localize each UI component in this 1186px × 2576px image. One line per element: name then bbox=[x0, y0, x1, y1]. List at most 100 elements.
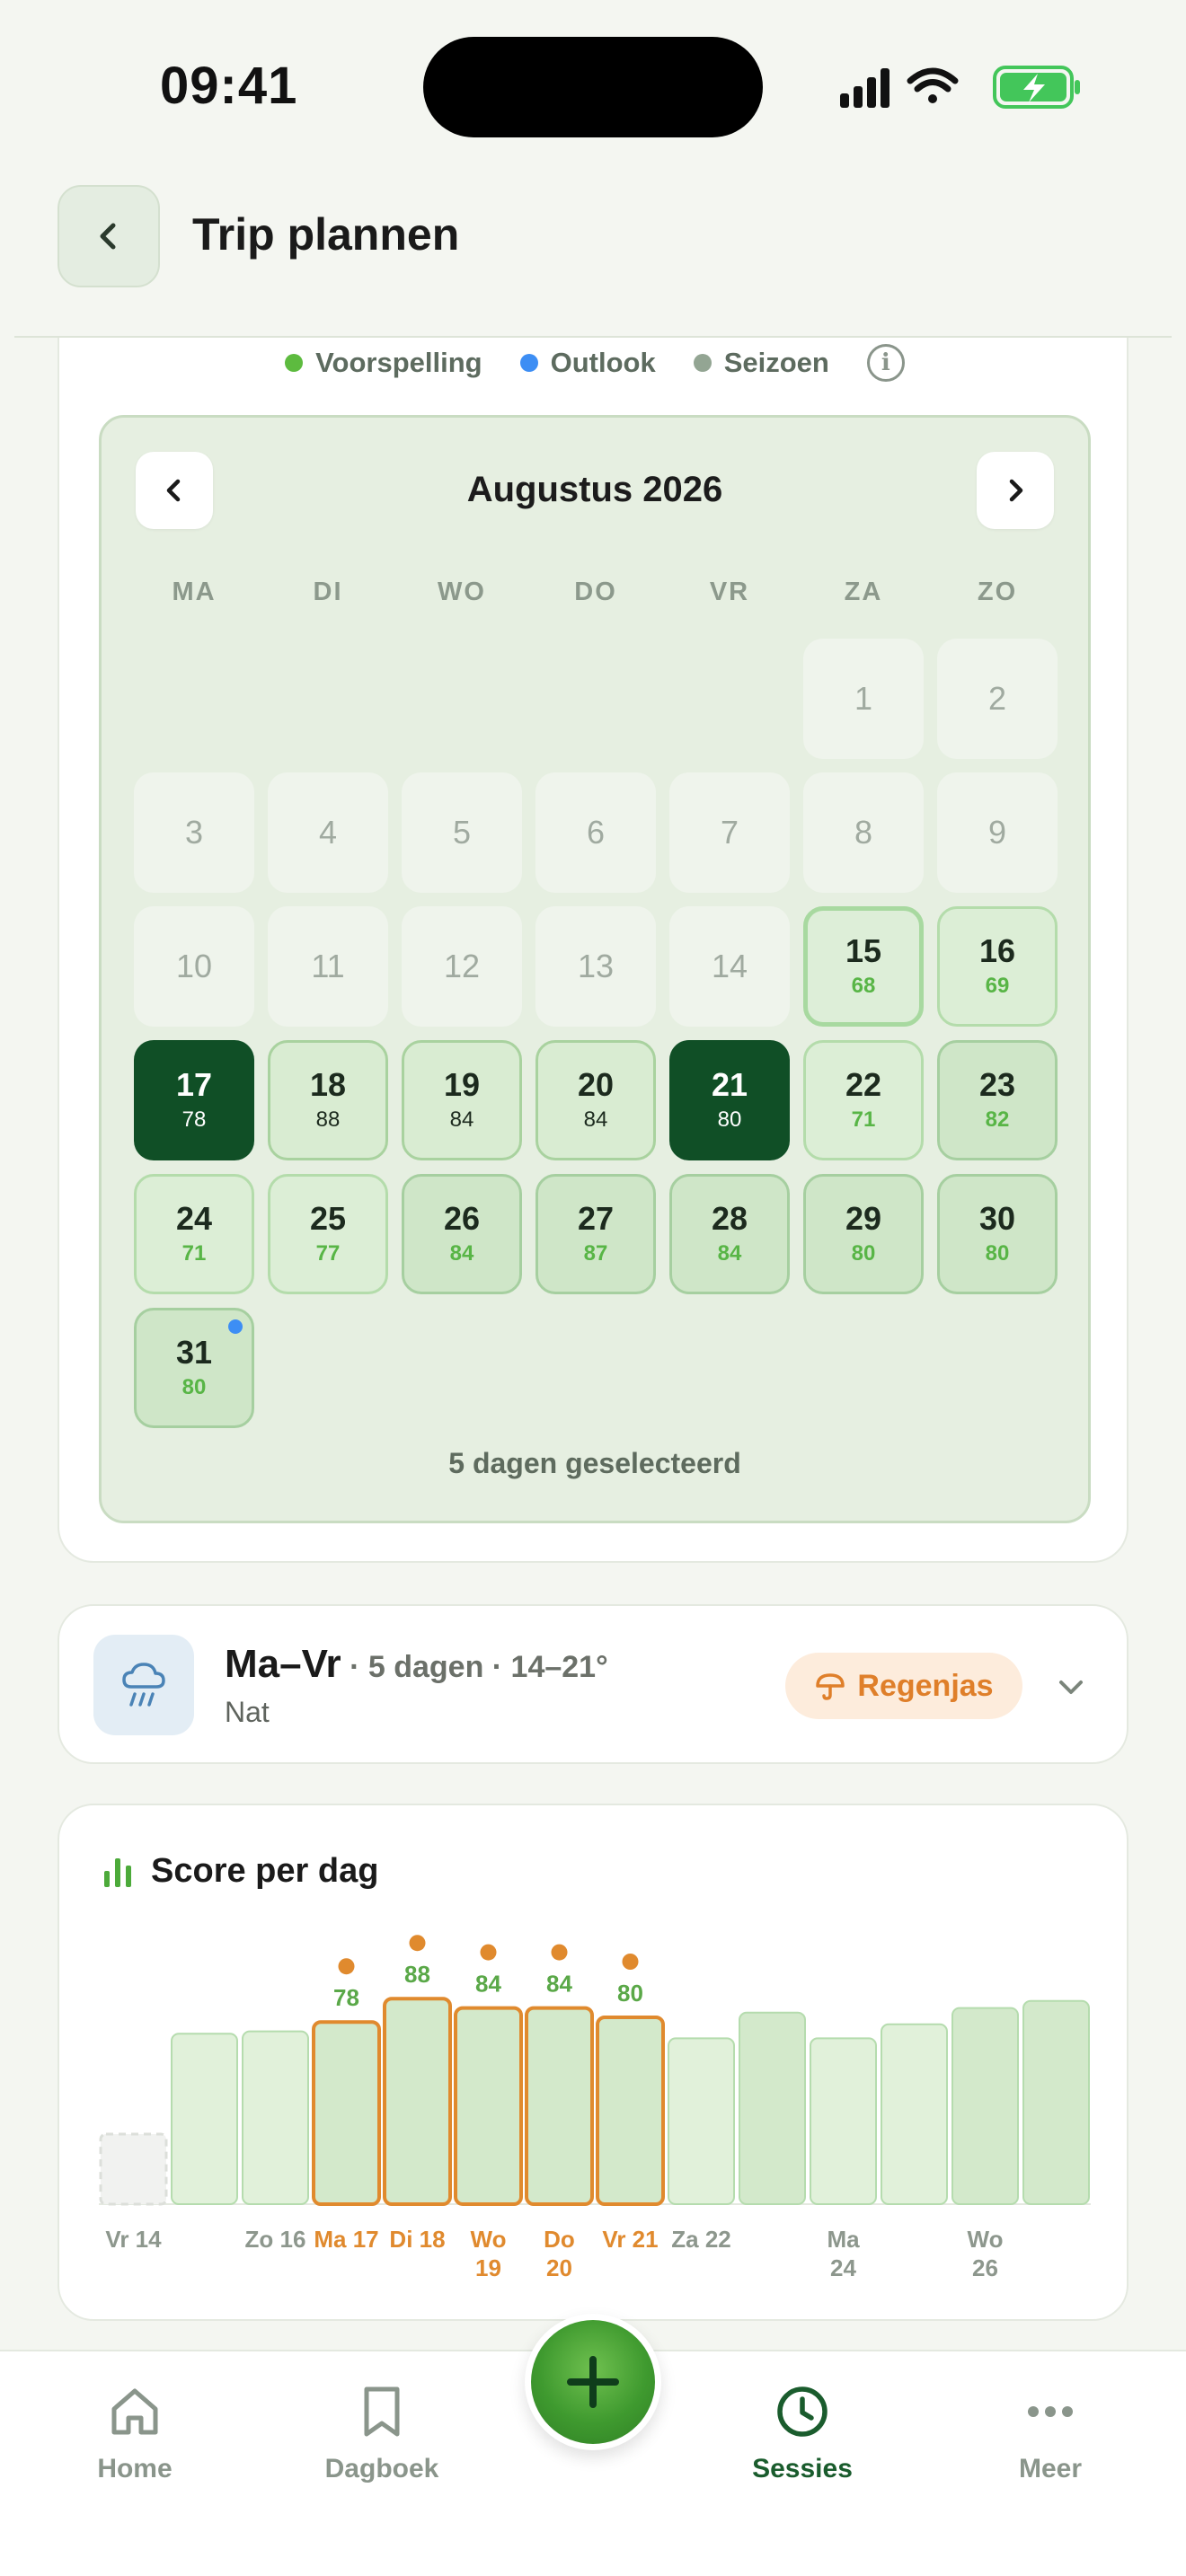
score-bar-value: 88 bbox=[404, 1961, 430, 1988]
day-number: 3 bbox=[184, 814, 204, 851]
score-bar[interactable] bbox=[596, 2016, 665, 2206]
score-bar[interactable] bbox=[810, 2037, 877, 2205]
day-number: 12 bbox=[443, 948, 481, 984]
score-chart-title: Score per dag bbox=[151, 1852, 379, 1890]
calendar-day-1: 1 bbox=[803, 639, 924, 759]
days-grid: 1 2 3 4 5 6 7 8 9 10 11 12 13 14 15 68 16 69 17 78 18 88 19 84 2… bbox=[134, 639, 1061, 1428]
calendar-day-19[interactable]: 19 84 bbox=[402, 1040, 522, 1160]
calendar-day-25[interactable]: 25 77 bbox=[268, 1174, 388, 1294]
day-number: 24 bbox=[175, 1200, 213, 1237]
score-bar[interactable] bbox=[171, 2033, 238, 2205]
day-score: 80 bbox=[851, 1241, 876, 1266]
selected-day-marker bbox=[622, 1954, 639, 1970]
day-number: 31 bbox=[175, 1334, 213, 1371]
chevron-right-icon bbox=[1009, 479, 1023, 502]
chevron-left-icon bbox=[100, 223, 116, 250]
score-bar[interactable] bbox=[951, 2007, 1019, 2205]
dynamic-island bbox=[423, 37, 763, 137]
score-bar[interactable] bbox=[668, 2037, 735, 2205]
bar-chart-icon bbox=[104, 1857, 131, 1887]
calendar-panel: Augustus 2026 MA DI WO DO VR ZA ZO 1 2 3 4 5 6 7 8 9 10… bbox=[99, 415, 1091, 1523]
nav-item-home[interactable]: Home bbox=[45, 2384, 225, 2484]
expand-button[interactable] bbox=[1051, 1667, 1091, 1707]
day-score: 71 bbox=[851, 1107, 876, 1132]
calendar-day-18[interactable]: 18 88 bbox=[268, 1040, 388, 1160]
nav-label: Sessies bbox=[752, 2454, 853, 2483]
legend-label: Seizoen bbox=[723, 347, 829, 378]
bookmark-icon bbox=[364, 2386, 400, 2437]
day-number: 26 bbox=[443, 1200, 481, 1237]
status-time: 09:41 bbox=[160, 57, 298, 115]
score-bar-label: Vr 14 bbox=[105, 2226, 162, 2253]
add-session-button[interactable] bbox=[525, 2314, 661, 2450]
calendar-day-31[interactable]: 31 80 bbox=[134, 1308, 254, 1428]
calendar-day-15[interactable]: 15 68 bbox=[803, 906, 924, 1027]
day-number: 1 bbox=[854, 680, 873, 717]
weekday-label: ZA bbox=[844, 578, 883, 606]
day-number: 4 bbox=[318, 814, 338, 851]
day-number: 6 bbox=[586, 814, 606, 851]
calendar-day-29[interactable]: 29 80 bbox=[803, 1174, 924, 1294]
score-bar-label: Za 22 bbox=[671, 2226, 731, 2253]
score-bar-label: Wo 26 bbox=[968, 2226, 1004, 2281]
day-number: 29 bbox=[845, 1200, 882, 1237]
score-bar-value: 84 bbox=[475, 1971, 501, 1998]
score-bar[interactable] bbox=[454, 2006, 523, 2206]
score-bar[interactable] bbox=[242, 2030, 309, 2205]
day-number: 2 bbox=[987, 680, 1007, 717]
nav-item-meer[interactable]: Meer bbox=[960, 2384, 1140, 2484]
status-icons bbox=[840, 63, 1083, 113]
weekday-label: DI bbox=[313, 578, 343, 606]
day-number: 7 bbox=[720, 814, 739, 851]
wifi-icon bbox=[907, 67, 959, 103]
calendar-day-21[interactable]: 21 80 bbox=[669, 1040, 790, 1160]
day-number: 10 bbox=[175, 948, 213, 984]
calendar-day-16[interactable]: 16 69 bbox=[937, 906, 1058, 1027]
score-bar-label: Vr 21 bbox=[602, 2226, 658, 2253]
calendar-day-2: 2 bbox=[937, 639, 1058, 759]
next-month-button[interactable] bbox=[977, 452, 1054, 529]
calendar-day-20[interactable]: 20 84 bbox=[535, 1040, 656, 1160]
score-bar-label: Zo 16 bbox=[245, 2226, 306, 2253]
score-bar-empty bbox=[99, 2132, 168, 2206]
day-number: 15 bbox=[845, 932, 882, 969]
selected-day-marker bbox=[338, 1958, 355, 1975]
weather-summary-card[interactable]: Ma–Vr · 5 dagen · 14–21° Nat Regenjas bbox=[58, 1604, 1128, 1764]
score-bar-value: 80 bbox=[617, 1980, 643, 2007]
info-icon[interactable]: i bbox=[866, 344, 905, 382]
calendar-day-30[interactable]: 30 80 bbox=[937, 1174, 1058, 1294]
calendar-day-26[interactable]: 26 84 bbox=[402, 1174, 522, 1294]
nav-label: Dagboek bbox=[324, 2454, 439, 2483]
calendar-day-24[interactable]: 24 71 bbox=[134, 1174, 254, 1294]
calendar-day-10: 10 bbox=[134, 906, 254, 1027]
legend-dot bbox=[285, 354, 304, 372]
weather-range: Ma–Vr · 5 dagen · 14–21° bbox=[225, 1642, 608, 1687]
back-button[interactable] bbox=[58, 185, 160, 287]
calendar-day-17[interactable]: 17 78 bbox=[134, 1040, 254, 1160]
score-bar[interactable] bbox=[312, 2020, 381, 2206]
calendar-day-28[interactable]: 28 84 bbox=[669, 1174, 790, 1294]
month-title: Augustus 2026 bbox=[466, 470, 723, 509]
score-bar[interactable] bbox=[881, 2023, 948, 2205]
score-bar[interactable] bbox=[525, 2006, 594, 2206]
day-score: 71 bbox=[181, 1241, 207, 1266]
calendar-day-27[interactable]: 27 87 bbox=[535, 1174, 656, 1294]
day-number: 8 bbox=[854, 814, 873, 851]
score-bar[interactable] bbox=[739, 2011, 806, 2205]
score-bar-label: Ma 17 bbox=[314, 2226, 378, 2253]
nav-item-dagboek[interactable]: Dagboek bbox=[292, 2384, 472, 2484]
weekday-label: VR bbox=[709, 578, 750, 606]
umbrella-icon bbox=[816, 1673, 845, 1700]
score-bar[interactable] bbox=[1022, 1999, 1090, 2205]
calendar-day-23[interactable]: 23 82 bbox=[937, 1040, 1058, 1160]
legend-item-forecast: Voorspelling bbox=[285, 347, 482, 379]
day-score: 77 bbox=[315, 1241, 341, 1266]
score-bar[interactable] bbox=[383, 1997, 452, 2206]
nav-item-sessies[interactable]: Sessies bbox=[712, 2384, 892, 2484]
score-bar-label: Di 18 bbox=[389, 2226, 445, 2253]
weekday-label: WO bbox=[438, 578, 486, 606]
weather-range-label: Ma–Vr bbox=[225, 1642, 341, 1686]
rain-badge-label: Regenjas bbox=[857, 1668, 994, 1703]
calendar-day-22[interactable]: 22 71 bbox=[803, 1040, 924, 1160]
score-bar-label: Ma 24 bbox=[827, 2226, 860, 2281]
